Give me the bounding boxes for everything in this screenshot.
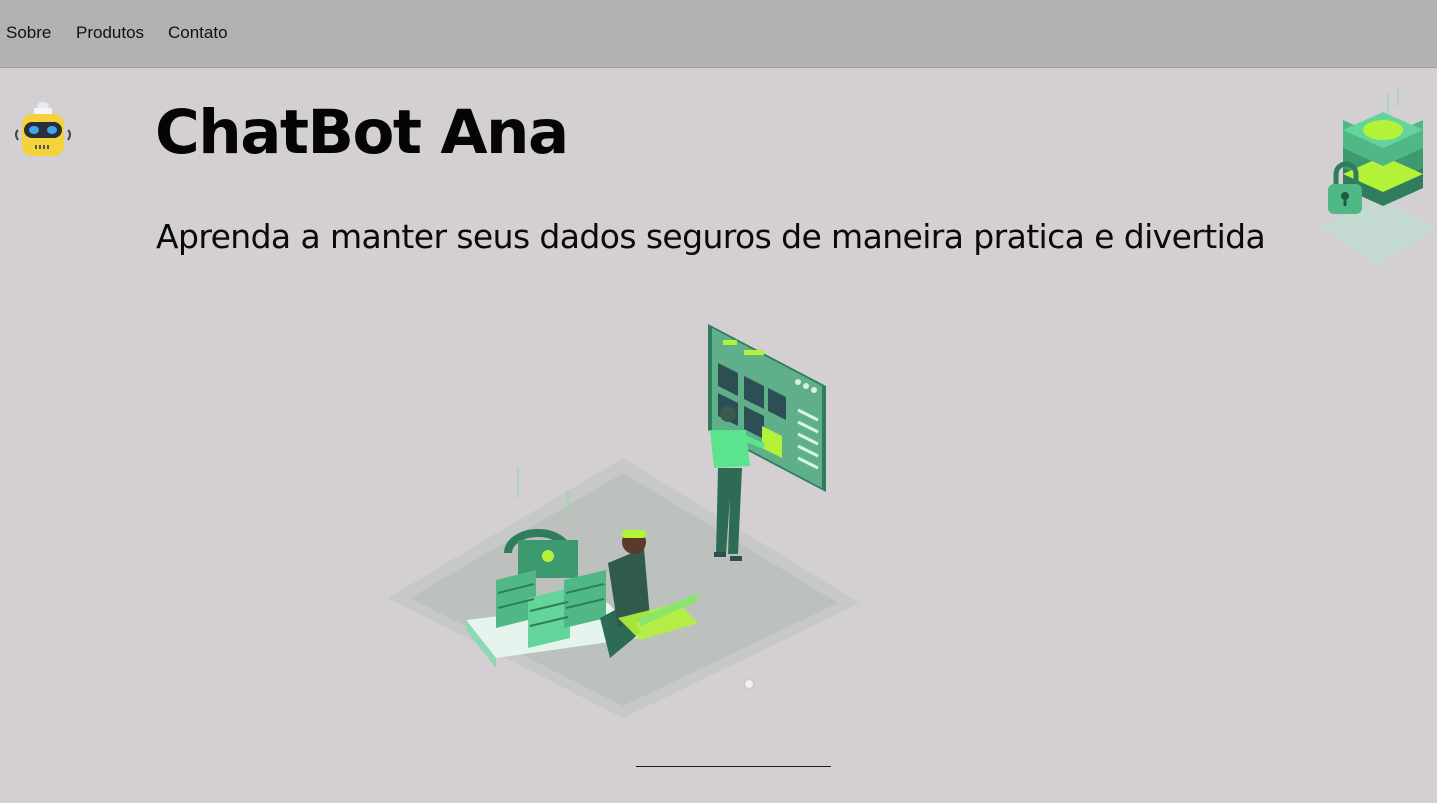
divider	[636, 766, 831, 767]
nav-link-contato[interactable]: Contato	[168, 23, 228, 43]
nav-link-sobre[interactable]: Sobre	[6, 23, 51, 43]
robot-icon	[12, 100, 74, 160]
page-subtitle: Aprenda a manter seus dados seguros de m…	[156, 217, 1266, 256]
database-lock-icon	[1318, 88, 1437, 270]
top-navbar: Sobre Produtos Contato	[0, 0, 1437, 68]
carousel-dot[interactable]	[744, 679, 754, 689]
security-illustration	[378, 318, 870, 720]
page-title: ChatBot Ana	[155, 97, 569, 168]
nav-link-produtos[interactable]: Produtos	[76, 23, 144, 43]
